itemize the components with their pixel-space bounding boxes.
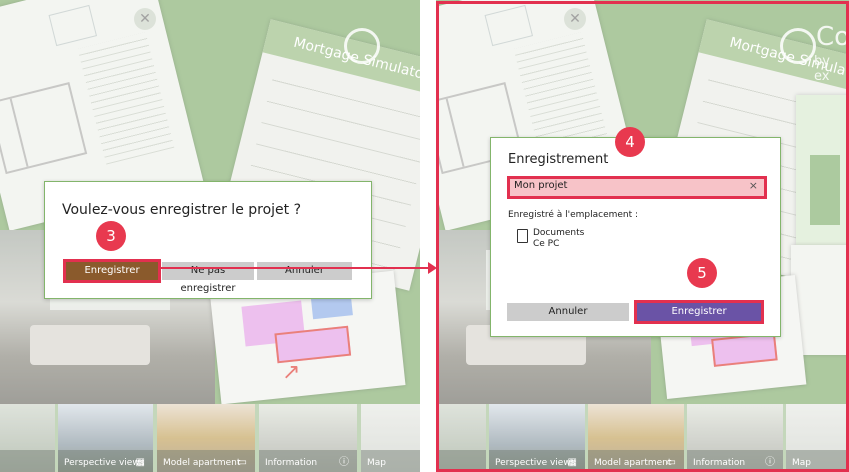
left-screenshot-panel: ✕ Mortgage Simulator ↗ Perspective views… — [0, 0, 420, 472]
step-marker-3: 3 — [96, 221, 126, 251]
save-prompt-dialog: Voulez-vous enregistrer le projet ? Enre… — [44, 181, 372, 299]
save-button[interactable]: Enregistrer — [63, 259, 161, 283]
highlight-frame — [436, 1, 849, 472]
dont-save-button[interactable]: Ne pas enregistrer — [162, 262, 254, 294]
connector-arrow-line — [159, 267, 432, 269]
connector-arrow-head-icon — [428, 262, 437, 274]
dialog-title: Voulez-vous enregistrer le projet ? — [62, 202, 302, 218]
cancel-button[interactable]: Annuler — [257, 262, 352, 280]
